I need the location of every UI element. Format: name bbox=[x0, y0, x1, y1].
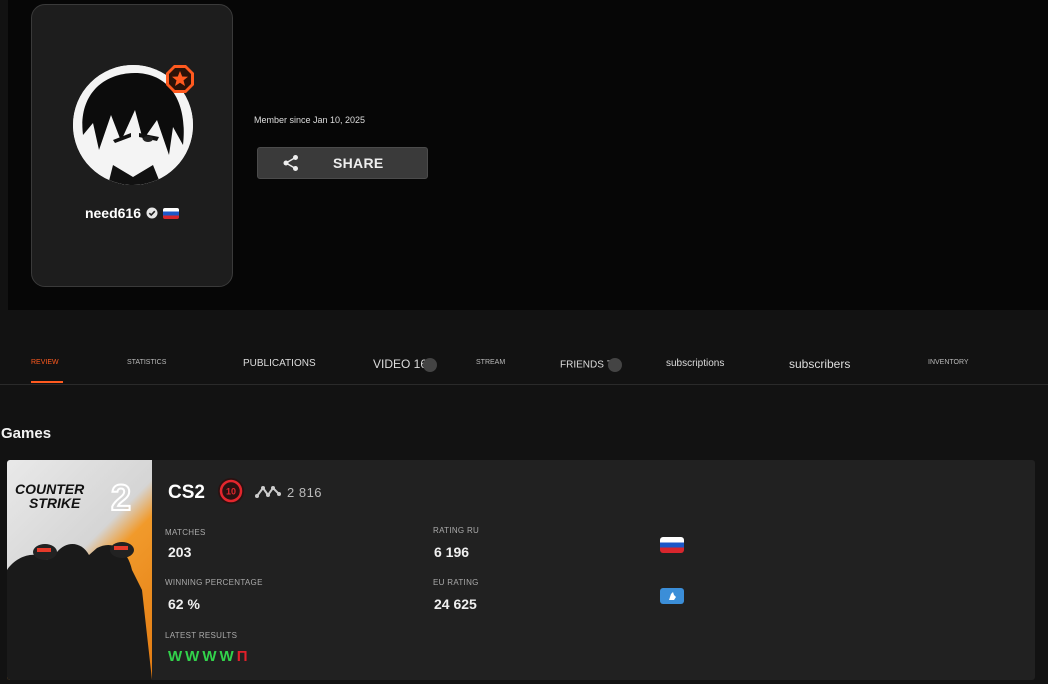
eu-rating-value: 24 625 bbox=[434, 596, 477, 612]
result-item: W bbox=[219, 648, 237, 665]
rating-ru-label: RATING RU bbox=[433, 526, 480, 535]
result-item: W bbox=[168, 648, 186, 665]
verified-icon bbox=[146, 207, 158, 219]
tab-friends[interactable]: FRIENDS 7 bbox=[560, 358, 623, 372]
tab-inventory[interactable]: INVENTORY bbox=[928, 359, 969, 366]
latest-results: WWWWП bbox=[168, 648, 250, 665]
username-row: need616 bbox=[32, 205, 232, 221]
tab-subscribers[interactable]: subscribers bbox=[789, 357, 850, 371]
matches-label: MATCHES bbox=[165, 528, 206, 537]
art-title-number: 2 bbox=[111, 477, 131, 518]
matches-value: 203 bbox=[168, 544, 192, 560]
username: need616 bbox=[84, 205, 142, 221]
winning-percentage-label: WINNING PERCENTAGE bbox=[165, 578, 263, 587]
profile-card: need616 bbox=[31, 4, 233, 287]
latest-results-label: LATEST RESULTS bbox=[165, 631, 238, 640]
member-since: Member since Jan 10, 2025 bbox=[254, 115, 366, 125]
tab-stream[interactable]: STREAM bbox=[476, 359, 505, 366]
elo-value: 2 816 bbox=[287, 485, 323, 500]
tab-review[interactable]: REVIEW bbox=[31, 359, 59, 366]
cs2-cover-image: COUNTER STRIKE 2 bbox=[7, 460, 152, 680]
active-tab-indicator bbox=[31, 381, 63, 383]
profile-tabs: REVIEW STATISTICS PUBLICATIONS VIDEO 16 … bbox=[0, 340, 1048, 385]
skill-level-badge: 10 bbox=[217, 477, 245, 505]
result-item: W bbox=[185, 648, 203, 665]
games-heading: Games bbox=[1, 425, 52, 442]
result-item: W bbox=[202, 648, 220, 665]
share-icon bbox=[283, 155, 298, 171]
skill-level-value: 10 bbox=[226, 487, 236, 497]
result-item: П bbox=[236, 648, 251, 665]
tab-video[interactable]: VIDEO 16 bbox=[373, 357, 438, 372]
art-title-line2: STRIKE bbox=[29, 495, 81, 511]
russia-region-flag-icon bbox=[660, 537, 684, 553]
tab-statistics[interactable]: STATISTICS bbox=[127, 359, 166, 366]
tab-subscriptions[interactable]: subscriptions bbox=[666, 358, 724, 369]
winning-percentage-value: 62 % bbox=[168, 596, 200, 612]
game-name: CS2 bbox=[168, 482, 205, 503]
game-card-cs2[interactable]: COUNTER STRIKE 2 CS2 10 2 816 MATCHES 20… bbox=[7, 460, 1035, 680]
rating-ru-value: 6 196 bbox=[434, 544, 470, 560]
rank-star-icon bbox=[164, 63, 196, 95]
tab-publications[interactable]: PUBLICATIONS bbox=[243, 358, 316, 369]
tab-video-label: VIDEO 16 bbox=[373, 357, 428, 371]
eu-rating-label: EU RATING bbox=[433, 578, 479, 587]
friends-count-dot bbox=[608, 358, 623, 372]
tab-friends-label: FRIENDS 7 bbox=[560, 359, 613, 371]
russia-flag-icon bbox=[163, 207, 180, 219]
elo-icon bbox=[255, 486, 281, 498]
share-label: SHARE bbox=[333, 155, 384, 171]
video-count-dot bbox=[423, 357, 438, 372]
share-button[interactable]: SHARE bbox=[257, 147, 428, 179]
europe-region-icon bbox=[660, 588, 684, 604]
